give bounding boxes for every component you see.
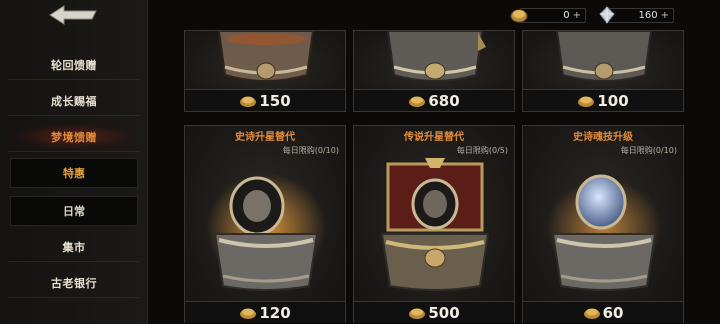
price-button[interactable]: 120 [185,301,345,323]
shop-card-epic-star-substitute[interactable]: 史诗升星替代 每日限购(0/10) 120 [184,125,346,323]
card-daily-limit: 每日限购(0/10) [282,146,339,155]
sidebar-item-growth-blessing[interactable]: 成长赐福 [8,86,140,116]
back-arrow-icon[interactable] [48,4,100,26]
gold-amount: 0 + [520,8,586,23]
shop-card-legendary-star-substitute[interactable]: 传说升星替代 每日限购(0/5) 500 [353,125,515,323]
price-button[interactable]: 680 [354,89,514,111]
gold-coin-icon [409,308,426,319]
diamond-icon [599,6,615,24]
gold-coin-icon [578,96,595,107]
price-button[interactable]: 100 [523,89,683,111]
treasure-chest-icon [380,158,490,291]
shop-card-epic-soul-skill-upgrade[interactable]: 史诗魂技升级 每日限购(0/10) 60 [522,125,684,323]
gold-currency: 0 + [510,6,586,24]
price-button[interactable]: 500 [354,301,514,323]
sidebar-item-dream-gift[interactable]: 梦境馈赠 [8,122,140,152]
gold-coin-icon [240,308,257,319]
sidebar-subitem-daily[interactable]: 日常 [10,196,138,226]
gold-coin-icon [409,96,426,107]
treasure-chest-icon [546,174,662,291]
card-daily-limit: 每日限购(0/5) [456,146,508,155]
shop-card-top-3[interactable]: 100 [522,30,684,112]
card-title: 史诗升星替代 [235,132,295,143]
shop-card-top-2[interactable]: 680 [353,30,515,112]
card-title: 史诗魂技升级 [573,132,633,143]
chest-icon [217,31,315,82]
shop-grid: 150 680 100 史诗升星替代 每日限购(0/10) 120 传说升星替代… [148,30,720,324]
gold-coin-icon [510,9,528,23]
price-button[interactable]: 60 [523,301,683,323]
gold-coin-icon [583,308,600,319]
chest-icon [386,31,486,82]
sidebar-item-rebirth-gift[interactable]: 轮回馈赠 [8,50,140,80]
card-title: 传说升星替代 [404,132,464,143]
sidebar-item-market[interactable]: 集市 [8,232,140,262]
price-button[interactable]: 150 [185,89,345,111]
card-daily-limit: 每日限购(0/10) [620,146,677,155]
sidebar: 轮回馈赠 成长赐福 梦境馈赠 特惠 日常 集市 古老银行 [0,0,148,324]
diamond-amount: 160 + [608,8,674,23]
chest-icon [555,31,653,82]
diamond-currency: 160 + [598,6,674,24]
sidebar-subitem-special-offer[interactable]: 特惠 [10,158,138,188]
shop-card-top-1[interactable]: 150 [184,30,346,112]
gold-coin-icon [240,96,257,107]
sidebar-item-ancient-bank[interactable]: 古老银行 [8,268,140,298]
treasure-chest-icon [206,173,326,291]
